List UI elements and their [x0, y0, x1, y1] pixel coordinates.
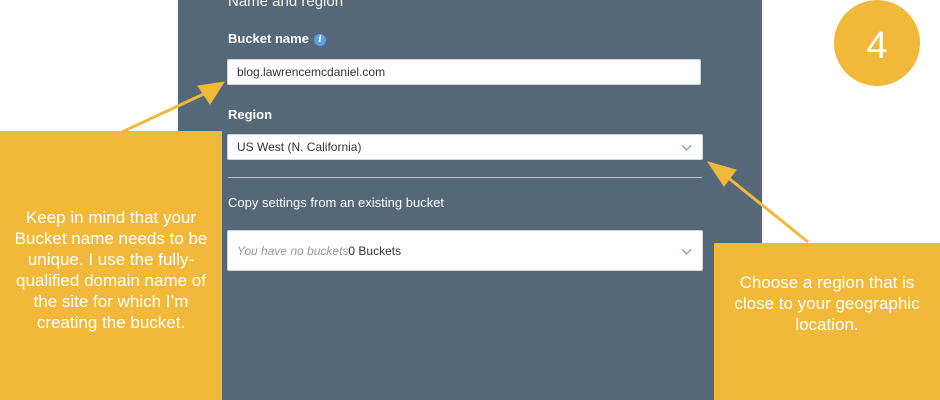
arrow-head-left [197, 81, 226, 105]
arrow-line-right [725, 174, 809, 244]
arrow-line-left [121, 90, 209, 134]
callout-arrows [121, 81, 809, 244]
